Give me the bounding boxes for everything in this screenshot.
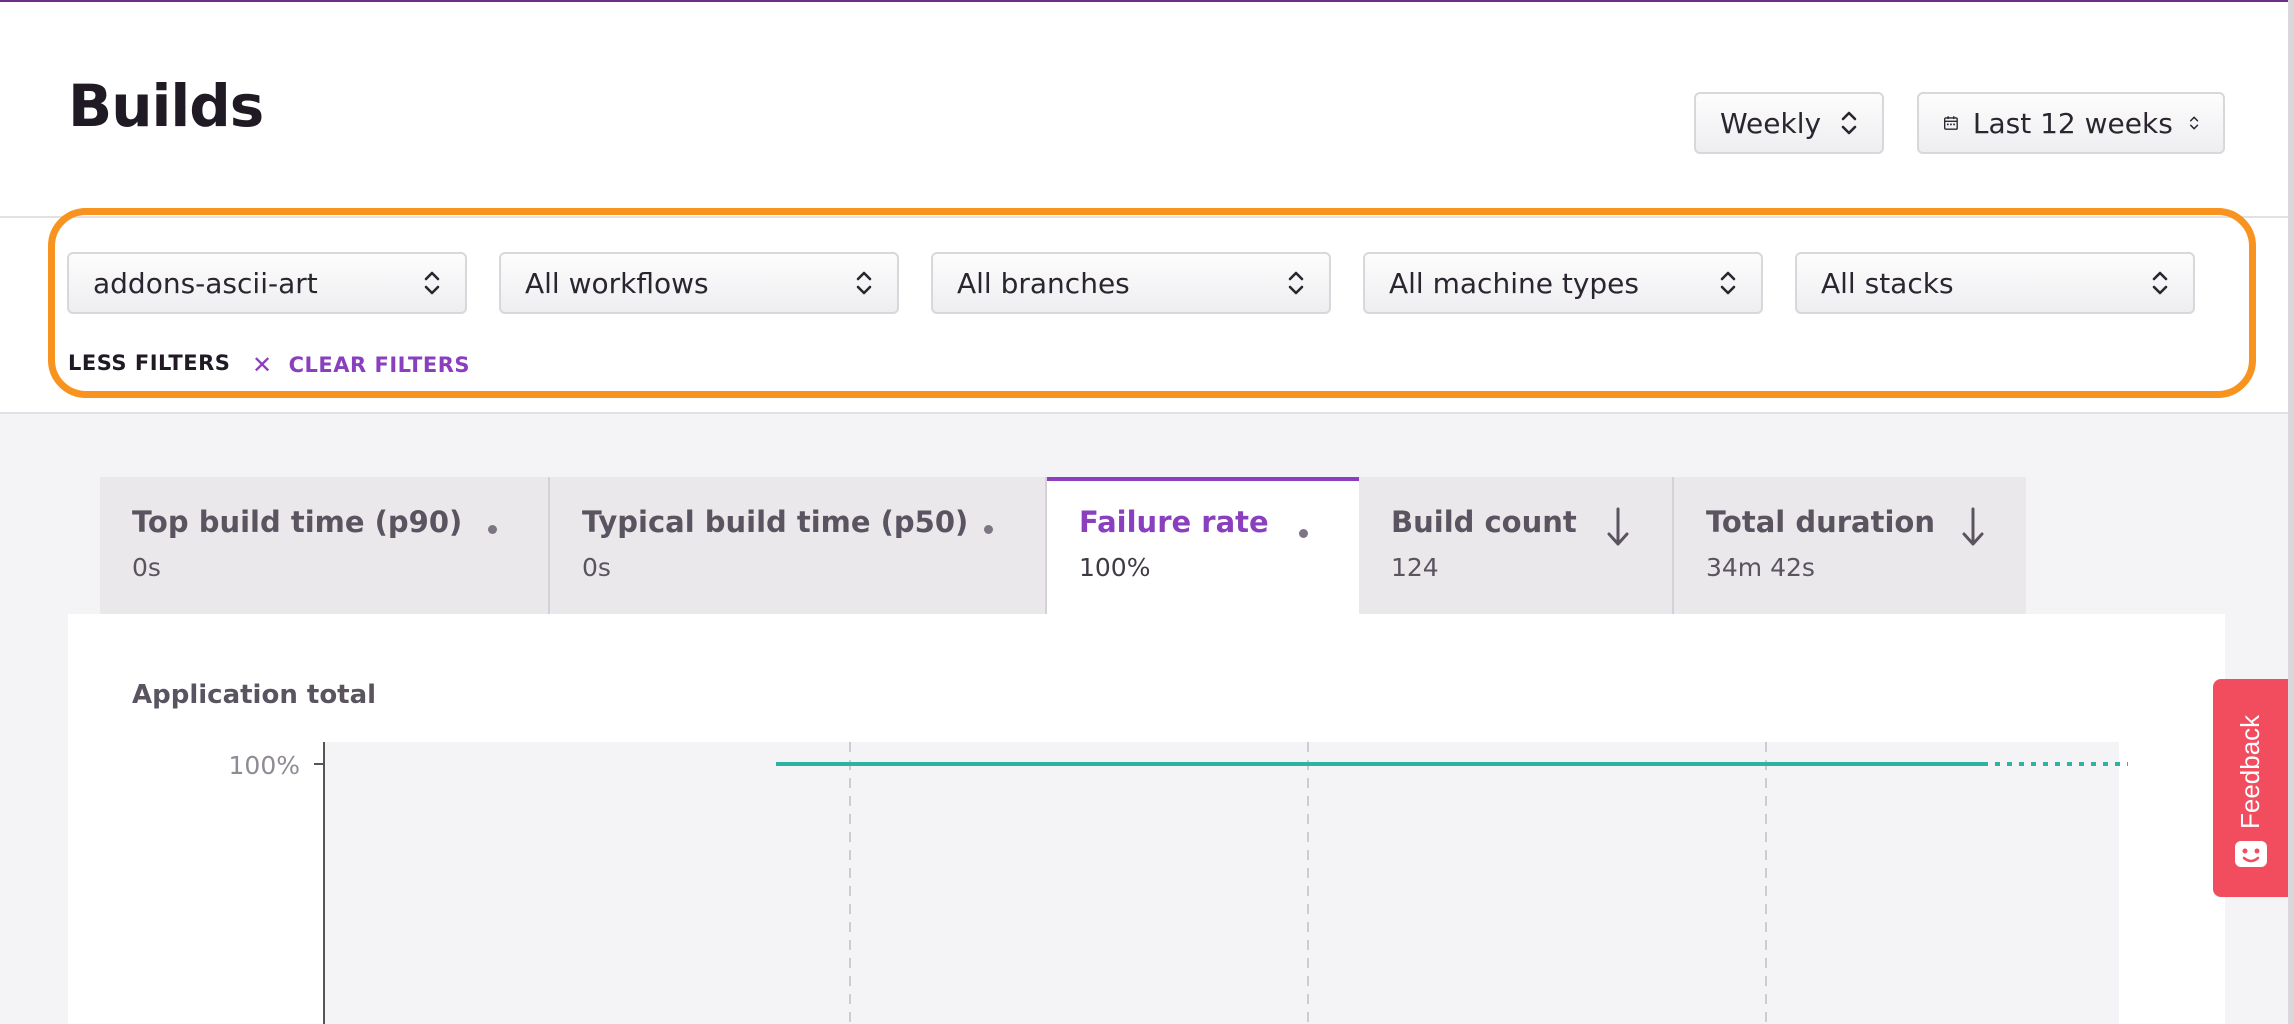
chevron-up-down-icon bbox=[2189, 116, 2199, 130]
app-filter-label: addons-ascii-art bbox=[93, 266, 318, 300]
tab-value: 0s bbox=[582, 553, 611, 582]
less-filters-link[interactable]: LESS FILTERS bbox=[68, 351, 230, 375]
y-tick-label: 100% bbox=[229, 751, 300, 780]
tab-value: 124 bbox=[1391, 553, 1439, 582]
chevron-up-down-icon bbox=[856, 271, 872, 295]
branch-filter-select[interactable]: All branches bbox=[931, 252, 1331, 314]
tab-top-build-time[interactable]: Top build time (p90) 0s bbox=[100, 477, 550, 614]
workflow-filter-label: All workflows bbox=[525, 266, 709, 300]
tab-title: Build count bbox=[1391, 505, 1577, 539]
metric-tabs: Top build time (p90) 0s Typical build ti… bbox=[100, 477, 2026, 614]
chevron-up-down-icon bbox=[1720, 271, 1736, 295]
tab-total-duration[interactable]: Total duration 34m 42s bbox=[1674, 477, 2026, 614]
chevron-up-down-icon bbox=[424, 271, 440, 295]
tab-value: 100% bbox=[1079, 553, 1151, 582]
dot-icon bbox=[488, 525, 497, 534]
page-header: Builds Weekly Last 12 weeks bbox=[0, 2, 2288, 218]
date-range-select[interactable]: Last 12 weeks bbox=[1917, 92, 2225, 154]
tab-title: Total duration bbox=[1706, 505, 1935, 539]
failure-rate-chart: 100% bbox=[229, 742, 2128, 1024]
tab-value: 34m 42s bbox=[1706, 553, 1815, 582]
machine-type-filter-select[interactable]: All machine types bbox=[1363, 252, 1763, 314]
calendar-icon bbox=[1944, 116, 1958, 130]
interval-select[interactable]: Weekly bbox=[1694, 92, 1884, 154]
tab-value: 0s bbox=[132, 553, 161, 582]
close-icon: ✕ bbox=[252, 351, 273, 379]
clear-filters-label: CLEAR FILTERS bbox=[288, 353, 471, 377]
chevron-up-down-icon bbox=[1288, 271, 1304, 295]
tab-failure-rate[interactable]: Failure rate 100% bbox=[1047, 477, 1359, 614]
tab-title: Top build time (p90) bbox=[132, 505, 463, 539]
chart-panel: Application total 100% bbox=[68, 614, 2225, 1024]
stack-filter-select[interactable]: All stacks bbox=[1795, 252, 2195, 314]
chat-icon bbox=[2235, 841, 2267, 867]
tab-title: Failure rate bbox=[1079, 505, 1269, 539]
tab-title: Typical build time (p50) bbox=[582, 505, 969, 539]
chevron-up-down-icon bbox=[1841, 111, 1857, 135]
clear-filters-link[interactable]: ✕ CLEAR FILTERS bbox=[252, 351, 470, 379]
arrow-down-icon bbox=[1607, 507, 1629, 546]
date-range-label: Last 12 weeks bbox=[1972, 106, 2173, 140]
window-edge bbox=[2288, 0, 2294, 1024]
tab-build-count[interactable]: Build count 124 bbox=[1359, 477, 1674, 614]
arrow-down-icon bbox=[1962, 507, 1984, 546]
feedback-button[interactable]: Feedback bbox=[2213, 679, 2288, 897]
app-filter-select[interactable]: addons-ascii-art bbox=[67, 252, 467, 314]
page-title: Builds bbox=[68, 72, 264, 140]
filter-bar: addons-ascii-art All workflows All branc… bbox=[0, 218, 2288, 414]
stack-filter-label: All stacks bbox=[1821, 266, 1954, 300]
workflow-filter-select[interactable]: All workflows bbox=[499, 252, 899, 314]
plot-area bbox=[324, 742, 2119, 1024]
branch-filter-label: All branches bbox=[957, 266, 1130, 300]
interval-select-label: Weekly bbox=[1720, 106, 1822, 140]
feedback-label: Feedback bbox=[2235, 714, 2265, 829]
chevron-up-down-icon bbox=[2152, 271, 2168, 295]
tab-typical-build-time[interactable]: Typical build time (p50) 0s bbox=[550, 477, 1047, 614]
machine-type-filter-label: All machine types bbox=[1389, 266, 1639, 300]
dot-icon bbox=[984, 525, 993, 534]
dot-icon bbox=[1299, 529, 1308, 538]
